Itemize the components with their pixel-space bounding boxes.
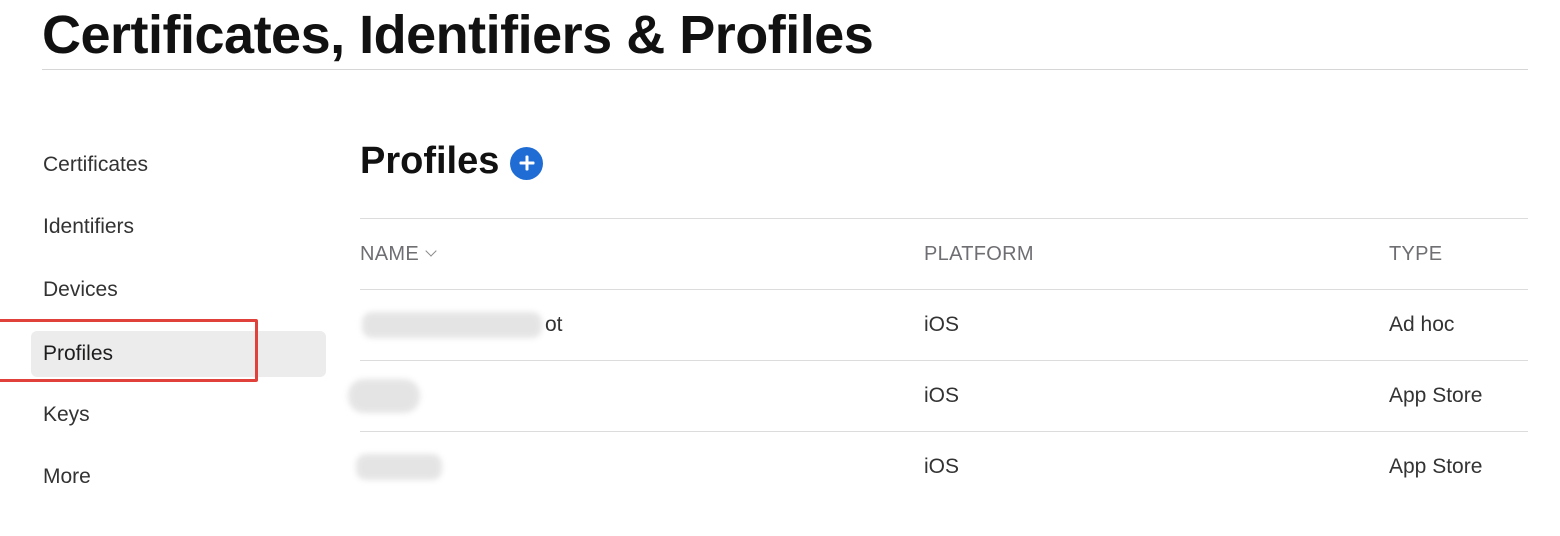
sidebar-item-certificates[interactable]: Certificates [31, 142, 326, 188]
column-header-name[interactable]: NAME [360, 219, 437, 289]
sidebar-item-identifiers[interactable]: Identifiers [31, 204, 326, 250]
platform-cell: iOS [924, 384, 960, 407]
table-row[interactable]: iOS App Store [356, 431, 1528, 502]
sidebar-item-more[interactable]: More [31, 454, 326, 500]
redacted-name-mask [348, 379, 420, 413]
platform-cell: iOS [924, 313, 960, 336]
type-cell: Ad hoc [1389, 313, 1455, 336]
section-title: Profiles [360, 140, 500, 182]
platform-cell: iOS [924, 455, 960, 478]
chevron-down-icon [425, 245, 437, 257]
column-header-type[interactable]: TYPE [1389, 219, 1442, 289]
type-cell: App Store [1389, 384, 1483, 407]
table-row[interactable]: iOS App Store [348, 360, 1528, 431]
sidebar-item-keys[interactable]: Keys [31, 392, 326, 438]
column-header-platform[interactable]: PLATFORM [924, 219, 1034, 289]
type-cell: App Store [1389, 455, 1483, 478]
table-header-row: NAME PLATFORM TYPE [360, 218, 1528, 289]
page-title: Certificates, Identifiers & Profiles [42, 5, 874, 65]
plus-circle-icon[interactable] [510, 146, 544, 180]
redacted-name-mask [362, 312, 542, 338]
section-header: Profiles [360, 136, 544, 186]
profile-name-fragment: ot [545, 313, 563, 336]
profiles-table: NAME PLATFORM TYPE ot iOS Ad hoc iOS App… [348, 218, 1528, 502]
sidebar-item-devices[interactable]: Devices [31, 267, 326, 313]
annotation-highlight-box [0, 319, 258, 382]
column-header-name-label: NAME [360, 243, 419, 265]
redacted-name-mask [356, 454, 442, 480]
table-row[interactable]: ot iOS Ad hoc [360, 289, 1528, 360]
title-divider [42, 69, 1528, 70]
